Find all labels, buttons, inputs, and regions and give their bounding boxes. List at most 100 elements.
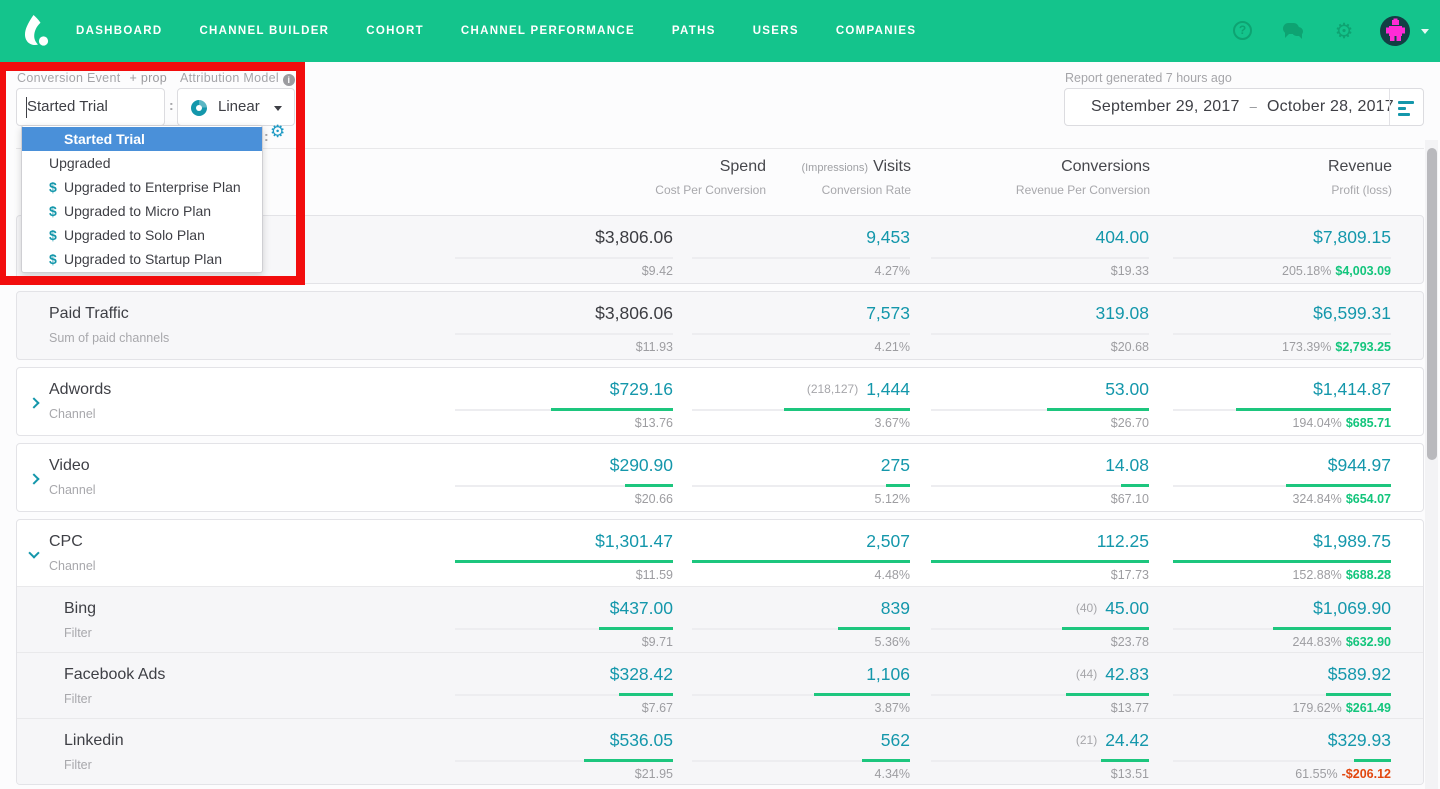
attribution-model-select[interactable]: Linear [177,88,295,126]
visits-cell: 9,453 4.27% [650,216,910,283]
dropdown-item-upgraded-enterprise[interactable]: $ Upgraded to Enterprise Plan [22,175,262,199]
row-title: Paid Traffic [49,305,129,322]
revenue-per-conversion: $26.70 [1110,416,1149,430]
row-subtitle: Filter [64,758,92,772]
nav-item-paths[interactable]: PATHS [672,25,716,37]
dropdown-item-upgraded[interactable]: Upgraded [22,151,262,175]
settings-gear-icon[interactable]: ⚙ [1334,21,1354,42]
row-title: Bing [64,600,97,617]
revenue-value: $6,599.31 [1313,303,1391,323]
table-row-cpc[interactable]: CPC Channel $1,301.47 $11.59 2,507 4.48%… [17,520,1423,586]
filter-icon[interactable] [1398,101,1415,119]
table-row-paid-traffic[interactable]: Paid Traffic Sum of paid channels $3,806… [16,291,1424,360]
nav-item-companies[interactable]: COMPANIES [836,25,917,37]
help-icon[interactable]: ? [1233,21,1252,40]
add-prop-link[interactable]: + prop [129,71,167,85]
conversion-rate: 4.48% [874,568,910,582]
profit-value: $685.71 [1345,416,1391,430]
chevron-down-icon[interactable] [28,547,40,559]
report-settings-gear-icon[interactable]: ⚙ [270,122,285,142]
chevron-right-icon[interactable] [28,473,40,485]
cost-per-conversion: $11.93 [635,340,673,354]
scrollbar-track[interactable] [1425,140,1438,789]
app-logo[interactable] [20,14,50,48]
cost-per-conversion: $9.42 [641,264,673,278]
attribution-model-value: Linear [218,98,260,115]
conversion-rate: 5.12% [874,492,910,506]
attribution-logo-icon [25,15,49,46]
spend-cell: $729.16 $13.76 [413,368,673,435]
avatar-chevron-down-icon[interactable] [1421,29,1429,38]
revenue-per-conversion: $67.10 [1110,492,1149,506]
date-range-picker[interactable]: September 29, 2017– October 28, 2017 [1064,88,1424,126]
column-subtitle: Profit (loss) [1331,183,1392,197]
revenue-per-conversion: $13.51 [1110,767,1149,781]
row-subtitle: Filter [64,626,92,640]
dropdown-item-upgraded-micro[interactable]: $ Upgraded to Micro Plan [22,199,262,223]
dropdown-item-upgraded-solo[interactable]: $ Upgraded to Solo Plan [22,223,262,247]
conversion-rate: 4.34% [874,767,910,781]
revenue-value: $1,069.90 [1313,598,1391,618]
column-subtitle: Revenue Per Conversion [1015,183,1150,197]
revenue-value: $944.97 [1327,455,1391,475]
profit-percent: 244.83% [1292,635,1342,649]
table-row-bing[interactable]: Bing Filter $437.00 $9.71 839 5.36% (40)… [17,586,1423,652]
spend-cell: $437.00 $9.71 [413,587,673,652]
report-content: Conversion Event + prop Attribution Model… [0,62,1440,789]
conversion-rate: 4.21% [874,340,910,354]
date-start: September 29, 2017 [1091,98,1240,115]
row-subtitle: Channel [49,483,96,497]
dollar-icon: $ [49,251,57,267]
info-icon[interactable]: i [282,74,295,86]
row-subtitle: Sum of paid channels [49,331,170,345]
nav-item-channel-builder[interactable]: CHANNEL BUILDER [199,25,329,37]
table-row-linkedin[interactable]: Linkedin Filter $536.05 $21.95 562 4.34%… [17,718,1423,784]
table-row-adwords[interactable]: Adwords Channel $729.16 $13.76 (218,127)… [16,367,1424,436]
chat-icon[interactable] [1283,21,1303,41]
top-navbar: DASHBOARD CHANNEL BUILDER COHORT CHANNEL… [0,0,1440,62]
revenue-cell: $1,414.87 194.04% $685.71 [1131,368,1391,435]
spend-cell: $328.42 $7.67 [413,653,673,718]
spend-cell: $3,806.06 $11.93 [413,292,673,359]
revenue-per-conversion: $13.77 [1110,701,1149,715]
row-title: CPC [49,533,83,550]
row-title: Video [49,457,90,474]
nav-item-users[interactable]: USERS [753,25,799,37]
attribution-model-label: Attribution Model i [180,71,295,86]
nav-item-cohort[interactable]: COHORT [366,25,424,37]
separator-colon: : [169,97,174,113]
column-header-visits: (Impressions) Visits Conversion Rate [631,158,911,197]
revenue-cell: $6,599.31 173.39% $2,793.25 [1131,292,1391,359]
cost-per-conversion: $13.76 [634,416,673,430]
conversion-event-input[interactable]: Started Trial [16,88,165,126]
nav-item-dashboard[interactable]: DASHBOARD [76,25,162,37]
table-row-facebook-ads[interactable]: Facebook Ads Filter $328.42 $7.67 1,106 … [17,652,1423,718]
avatar[interactable] [1380,16,1410,51]
nav-item-channel-performance[interactable]: CHANNEL PERFORMANCE [461,25,635,37]
chevron-down-icon [274,106,282,115]
revenue-cell: $1,069.90 244.83% $632.90 [1131,587,1391,652]
scrollbar-thumb[interactable] [1426,148,1437,460]
row-title: Linkedin [64,732,124,749]
dropdown-item-started-trial[interactable]: Started Trial [22,127,262,151]
visits-cell: 839 5.36% [650,587,910,652]
conversions-cell: 404.00 $19.33 [889,216,1149,283]
dropdown-item-upgraded-startup[interactable]: $ Upgraded to Startup Plan [22,247,262,271]
cost-per-conversion: $20.66 [634,492,673,506]
profit-value: $2,793.25 [1335,340,1391,354]
visits-cell: 2,507 4.48% [650,520,910,586]
column-header-revenue: Revenue Profit (loss) [1112,158,1392,197]
conversion-event-label-text: Conversion Event [17,71,121,85]
chevron-right-icon[interactable] [28,397,40,409]
main-nav: DASHBOARD CHANNEL BUILDER COHORT CHANNEL… [76,25,916,37]
spend-cell: $3,806.06 $9.42 [413,216,673,283]
table-row-video[interactable]: Video Channel $290.90 $20.66 275 5.12% 1… [16,443,1424,512]
conversions-cell: (21) 24.42 $13.51 [889,719,1149,784]
profit-percent: 194.04% [1292,416,1342,430]
revenue-per-conversion: $17.73 [1110,568,1149,582]
cost-per-conversion: $11.59 [635,568,673,582]
profit-percent: 324.84% [1292,492,1342,506]
conversions-cell: 14.08 $67.10 [889,444,1149,511]
column-pre-label: (Impressions) [801,162,869,174]
dollar-icon: $ [49,179,57,195]
